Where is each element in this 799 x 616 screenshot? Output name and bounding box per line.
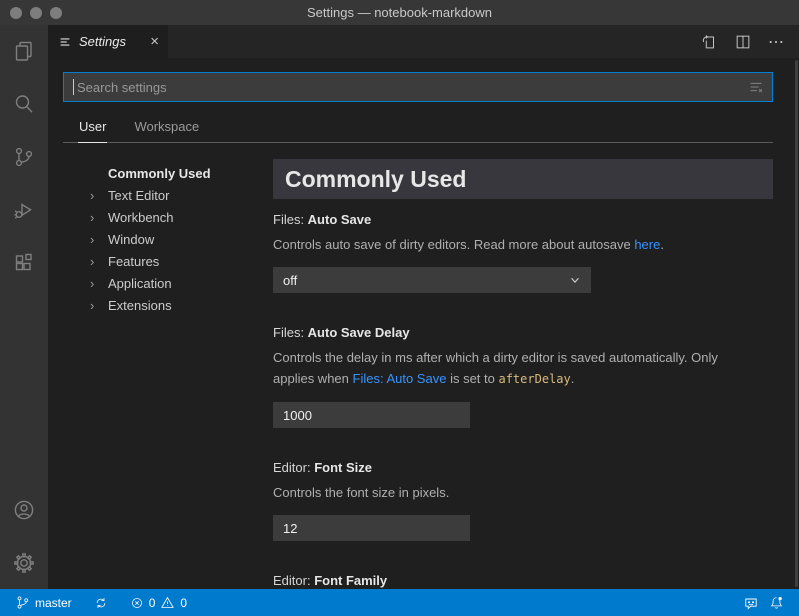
- run-debug-icon[interactable]: [11, 197, 37, 223]
- branch-name: master: [35, 596, 72, 610]
- tab-label: Settings: [79, 34, 140, 49]
- section-heading-row: Commonly Used: [273, 159, 773, 199]
- chevron-down-icon: [569, 274, 581, 286]
- tab-bar: Settings × ⋯: [48, 25, 799, 58]
- chevron-right-icon: ›: [90, 188, 108, 203]
- problems-item[interactable]: 0 0: [125, 589, 192, 616]
- split-editor-icon[interactable]: [734, 33, 752, 51]
- toc-item-commonly-used[interactable]: Commonly Used: [63, 162, 273, 184]
- setting-title: Files: Auto Save Delay: [273, 325, 773, 340]
- window-controls: [10, 0, 62, 25]
- close-tab-icon[interactable]: ×: [147, 34, 162, 49]
- feedback-item[interactable]: [738, 595, 764, 611]
- settings-toc: Commonly Used › Text Editor › Workbench …: [63, 159, 273, 589]
- errors-count: 0: [149, 596, 156, 610]
- after-delay-code: afterDelay: [498, 372, 570, 386]
- search-settings-input[interactable]: [77, 80, 763, 95]
- vscode-window: Settings — notebook-markdown: [0, 0, 799, 616]
- chevron-right-icon: ›: [90, 298, 108, 313]
- settings-editor: User Workspace Commonly Used › Text Edit…: [48, 58, 799, 589]
- activity-bar: [0, 25, 48, 589]
- extensions-icon[interactable]: [11, 250, 37, 276]
- setting-files-auto-save-delay: Files: Auto Save Delay Controls the dela…: [273, 325, 773, 428]
- git-branch-item[interactable]: master: [10, 589, 77, 616]
- section-heading: Commonly Used: [285, 166, 466, 193]
- zoom-window-button[interactable]: [50, 7, 62, 19]
- setting-description: Controls auto save of dirty editors. Rea…: [273, 234, 761, 255]
- chevron-right-icon: ›: [90, 254, 108, 269]
- status-bar: master 0 0: [0, 589, 799, 616]
- setting-title: Editor: Font Family: [273, 573, 773, 588]
- setting-description: Controls the delay in ms after which a d…: [273, 347, 761, 390]
- chevron-right-icon: ›: [90, 232, 108, 247]
- scope-tab-workspace[interactable]: Workspace: [133, 115, 200, 143]
- editor-actions: ⋯: [700, 25, 799, 58]
- toc-item-text-editor[interactable]: › Text Editor: [63, 184, 273, 206]
- setting-files-auto-save: Files: Auto Save Controls auto save of d…: [273, 212, 773, 293]
- clear-search-filter-icon[interactable]: [747, 78, 765, 101]
- branch-icon: [15, 595, 30, 610]
- chevron-right-icon: ›: [90, 276, 108, 291]
- setting-editor-font-family: Editor: Font Family Controls the font fa…: [273, 573, 773, 589]
- toc-item-window[interactable]: › Window: [63, 228, 273, 250]
- search-icon[interactable]: [11, 91, 37, 117]
- notifications-item[interactable]: [764, 595, 789, 610]
- toc-item-application[interactable]: › Application: [63, 272, 273, 294]
- title-bar: Settings — notebook-markdown: [0, 0, 799, 25]
- settings-editor-icon: [58, 35, 72, 49]
- toc-item-workbench[interactable]: › Workbench: [63, 206, 273, 228]
- feedback-icon: [743, 595, 759, 611]
- setting-description: Controls the font size in pixels.: [273, 482, 761, 503]
- warnings-count: 0: [180, 596, 187, 610]
- close-window-button[interactable]: [10, 7, 22, 19]
- setting-editor-font-size: Editor: Font Size Controls the font size…: [273, 460, 773, 541]
- tab-settings[interactable]: Settings ×: [48, 25, 168, 58]
- files-auto-save-link[interactable]: Files: Auto Save: [353, 371, 447, 386]
- sync-icon: [94, 596, 108, 610]
- chevron-right-icon: ›: [90, 210, 108, 225]
- accounts-icon[interactable]: [11, 497, 37, 523]
- auto-save-dropdown[interactable]: off: [273, 267, 591, 293]
- warnings-icon: [160, 595, 175, 610]
- font-size-input[interactable]: [273, 515, 470, 541]
- setting-title: Files: Auto Save: [273, 212, 773, 227]
- minimize-window-button[interactable]: [30, 7, 42, 19]
- auto-save-delay-input[interactable]: [273, 402, 470, 428]
- setting-title: Editor: Font Size: [273, 460, 773, 475]
- text-cursor: [73, 79, 74, 95]
- sync-changes-item[interactable]: [89, 589, 113, 616]
- settings-list: Commonly Used Files: Auto Save Controls …: [273, 159, 773, 589]
- scrollbar[interactable]: [795, 60, 798, 587]
- autosave-help-link[interactable]: here: [634, 237, 660, 252]
- toc-item-features[interactable]: › Features: [63, 250, 273, 272]
- settings-scope-tabs: User Workspace: [63, 115, 773, 143]
- errors-icon: [130, 596, 144, 610]
- source-control-icon[interactable]: [11, 144, 37, 170]
- settings-gear-icon[interactable]: [11, 550, 37, 576]
- auto-save-value: off: [283, 273, 297, 288]
- explorer-icon[interactable]: [11, 38, 37, 64]
- bell-icon: [769, 595, 784, 610]
- open-settings-json-icon[interactable]: [700, 33, 718, 51]
- toc-item-extensions[interactable]: › Extensions: [63, 294, 273, 316]
- window-title: Settings — notebook-markdown: [307, 5, 492, 20]
- more-actions-icon[interactable]: ⋯: [768, 32, 785, 52]
- settings-search-box: [63, 72, 773, 102]
- scope-tab-user[interactable]: User: [78, 115, 107, 143]
